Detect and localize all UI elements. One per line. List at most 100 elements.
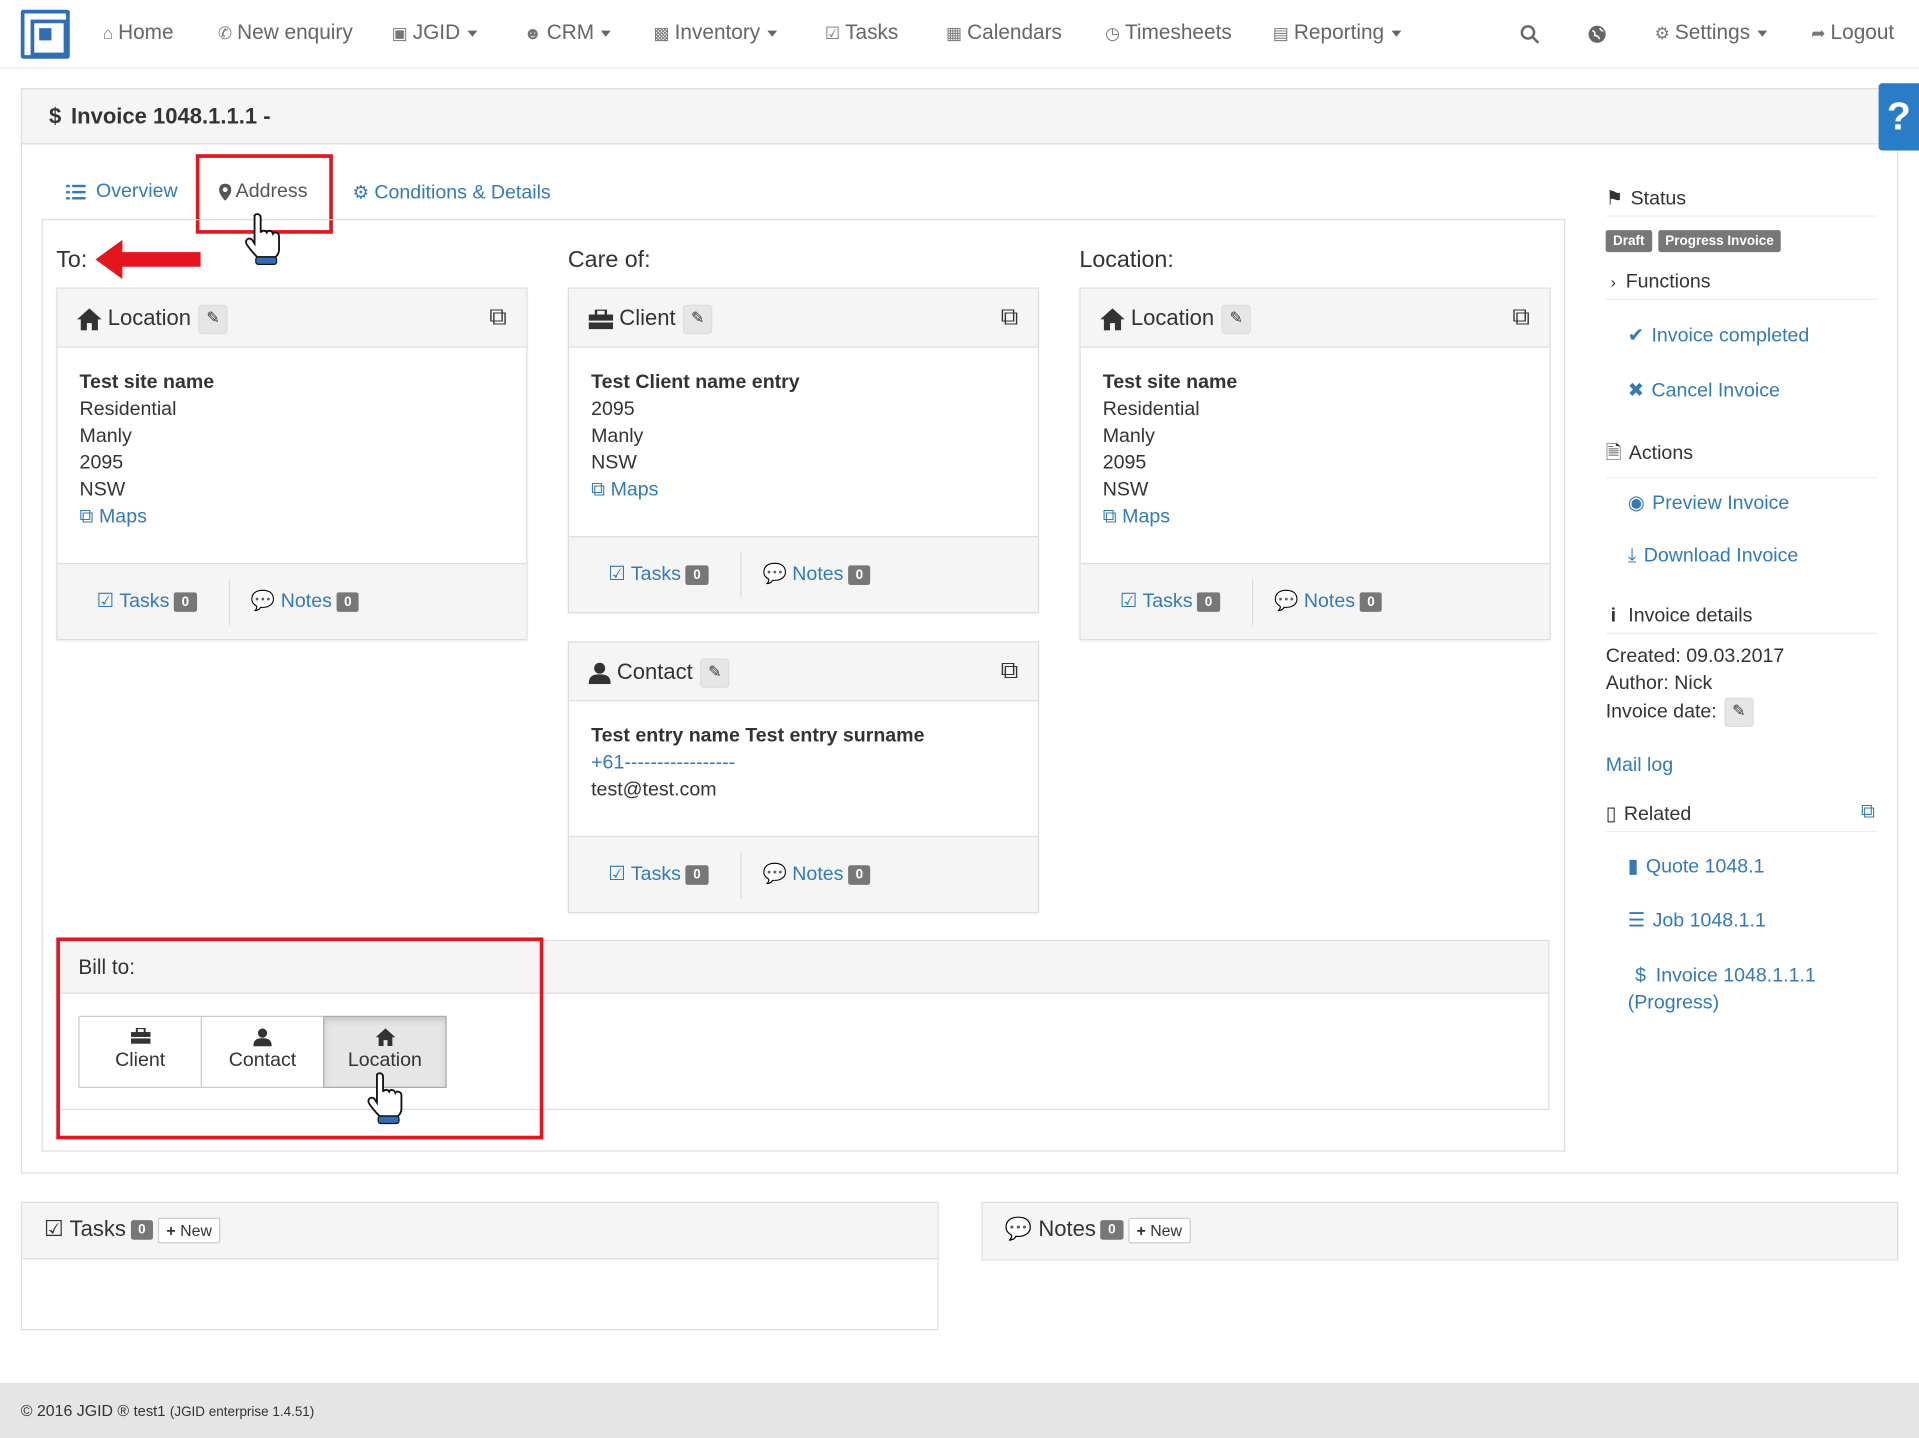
external-link-icon[interactable]: ⧉ bbox=[1861, 802, 1875, 824]
client-notes-link[interactable]: 💬 Notes 0 bbox=[762, 562, 871, 586]
check-square-icon: ☑ bbox=[96, 591, 115, 612]
location-address: Test site name Residential Manly 2095 NS… bbox=[1102, 372, 1238, 528]
check-icon: ✔ bbox=[1627, 325, 1645, 347]
cancel-invoice-link[interactable]: ✖ Cancel Invoice bbox=[1628, 378, 1780, 402]
to-notes-link[interactable]: 💬 Notes 0 bbox=[251, 589, 359, 613]
comment-icon: 💬 bbox=[1274, 591, 1299, 612]
calendar-icon: ▦ bbox=[946, 23, 963, 43]
to-tasks-link[interactable]: ☑ Tasks 0 bbox=[97, 589, 197, 613]
edit-contact-button[interactable]: ✎ bbox=[700, 658, 730, 688]
location-notes-link[interactable]: 💬 Notes 0 bbox=[1274, 589, 1383, 613]
contact-card-header: Contact ✎ ⧉ bbox=[569, 642, 1038, 702]
nav-calendars[interactable]: ▦ Calendars bbox=[946, 21, 1062, 45]
location-card-header: Location ✎ ⧉ bbox=[1080, 288, 1550, 348]
related-job-link[interactable]: ☰ Job 1048.1.1 bbox=[1628, 908, 1766, 932]
briefcase-icon bbox=[588, 309, 614, 330]
external-link-icon[interactable]: ⧉ bbox=[489, 304, 506, 332]
nav-new-enquiry[interactable]: ✆ New enquiry bbox=[218, 21, 353, 45]
to-location-address: Test site name Residential Manly 2095 NS… bbox=[79, 372, 215, 528]
to-maps-link[interactable]: ⧉ Maps bbox=[80, 507, 147, 528]
client-tasks-link[interactable]: ☑ Tasks 0 bbox=[608, 562, 709, 586]
invoice-completed-link[interactable]: ✔ Invoice completed bbox=[1628, 323, 1810, 347]
divider bbox=[1251, 578, 1254, 626]
tasks-panel-header: ☑ Tasks 0 + New bbox=[22, 1203, 938, 1260]
nav-home[interactable]: ⌂ Home bbox=[103, 21, 174, 45]
client-card-header: Client ✎ ⧉ bbox=[569, 288, 1038, 348]
page-title: $ Invoice 1048.1.1.1 - bbox=[48, 104, 271, 129]
globe-icon[interactable] bbox=[1587, 21, 1607, 45]
new-note-button[interactable]: + New bbox=[1127, 1217, 1191, 1244]
client-card-title: Client ✎ bbox=[588, 304, 713, 335]
contact-tasks-link[interactable]: ☑ Tasks 0 bbox=[608, 862, 709, 886]
external-link-icon: ⧉ bbox=[1102, 506, 1117, 528]
tab-overview[interactable]: Overview bbox=[66, 181, 178, 203]
related-quote-link[interactable]: ▮ Quote 1048.1 bbox=[1628, 854, 1765, 878]
preview-invoice-link[interactable]: ◉ Preview Invoice bbox=[1628, 491, 1790, 515]
notes-count-badge: 0 bbox=[848, 864, 871, 885]
external-link-icon[interactable]: ⧉ bbox=[1512, 304, 1529, 332]
contact-notes-link[interactable]: 💬 Notes 0 bbox=[762, 862, 871, 886]
status-badge: Progress Invoice bbox=[1657, 230, 1782, 253]
nav-inventory-menu[interactable]: ▩ Inventory bbox=[654, 21, 778, 45]
client-card-footer: ☑ Tasks 0 💬 Notes 0 bbox=[569, 536, 1038, 612]
mail-log-link[interactable]: Mail log bbox=[1606, 755, 1673, 777]
care-of-contact-card: Contact ✎ ⧉ Test entry name Test entry su… bbox=[567, 641, 1040, 913]
created-date: Created: 09.03.2017 bbox=[1605, 646, 1785, 667]
clock-icon: ◷ bbox=[1105, 23, 1121, 43]
phone-icon: ✆ bbox=[217, 23, 233, 43]
help-button[interactable]: ? bbox=[1878, 83, 1919, 151]
top-navbar: ⌂ Home ✆ New enquiry ▣ JGID ☻ CRM ▩ Inventory… bbox=[0, 0, 1919, 69]
edit-to-location-button[interactable]: ✎ bbox=[198, 304, 228, 335]
nav-crm-menu[interactable]: ☻ CRM bbox=[523, 21, 612, 45]
nav-tasks[interactable]: ☑ Tasks bbox=[825, 21, 898, 45]
file-pdf-icon: 🗎 bbox=[1605, 443, 1622, 464]
status-heading: ⚑ Status bbox=[1605, 186, 1878, 217]
check-square-icon: ☑ bbox=[608, 564, 626, 585]
edit-client-button[interactable]: ✎ bbox=[682, 304, 713, 335]
author: Author: Nick bbox=[1605, 673, 1713, 694]
functions-heading[interactable]: › Functions bbox=[1605, 272, 1878, 300]
users-icon: ☻ bbox=[523, 23, 542, 43]
contact-card-title: Contact ✎ bbox=[588, 658, 730, 688]
invoice-panel-header: $ Invoice 1048.1.1.1 - bbox=[22, 89, 1897, 145]
check-square-icon: ☑ bbox=[608, 864, 626, 885]
location-maps-link[interactable]: ⧉ Maps bbox=[1103, 507, 1170, 528]
nav-settings-menu[interactable]: ⚙ Settings bbox=[1655, 21, 1768, 45]
jgid-icon: ▣ bbox=[391, 23, 408, 43]
new-task-button[interactable]: + New bbox=[157, 1217, 221, 1244]
tasks-count-badge: 0 bbox=[685, 565, 709, 585]
user-icon bbox=[588, 662, 611, 685]
external-link-icon[interactable]: ⧉ bbox=[1001, 657, 1018, 685]
jgid-logo[interactable] bbox=[20, 9, 70, 59]
cogs-icon: ⚙ bbox=[352, 182, 369, 204]
external-link-icon[interactable]: ⧉ bbox=[1001, 304, 1018, 332]
caret-down-icon bbox=[1757, 30, 1768, 37]
tab-conditions-details[interactable]: ⚙ Conditions & Details bbox=[352, 181, 550, 204]
location-tasks-link[interactable]: ☑ Tasks 0 bbox=[1120, 589, 1220, 613]
nav-reporting-menu[interactable]: ▤ Reporting bbox=[1273, 21, 1402, 45]
divider bbox=[228, 578, 231, 626]
footer: © 2016 JGID ® test1 (JGID enterprise 1.4… bbox=[0, 1382, 1919, 1438]
tasks-count-badge: 0 bbox=[130, 1220, 153, 1241]
tasks-count-badge: 0 bbox=[1197, 592, 1220, 612]
caret-down-icon bbox=[1391, 30, 1402, 37]
external-link-icon: ⧉ bbox=[591, 479, 606, 501]
notes-panel: 💬 Notes 0 + New bbox=[981, 1201, 1899, 1261]
notes-panel-title: 💬 Notes 0 + New bbox=[1005, 1216, 1191, 1244]
download-invoice-link[interactable]: ⤓ Download Invoice bbox=[1628, 546, 1799, 568]
client-maps-link[interactable]: ⧉ Maps bbox=[591, 480, 658, 501]
edit-location-button[interactable]: ✎ bbox=[1221, 304, 1251, 335]
contact-phone-link[interactable]: +61----------------- bbox=[591, 753, 735, 774]
edit-invoice-date-button[interactable]: ✎ bbox=[1724, 697, 1754, 727]
divider bbox=[740, 851, 742, 899]
nav-timesheets[interactable]: ◷ Timesheets bbox=[1105, 21, 1232, 45]
check-square-icon: ☑ bbox=[824, 23, 841, 43]
to-location-card: Location ✎ ⧉ Test site name Residential M… bbox=[56, 287, 528, 641]
home-icon: ⌂ bbox=[102, 23, 114, 43]
nav-jgid-menu[interactable]: ▣ JGID bbox=[392, 21, 478, 45]
check-square-icon: ☑ bbox=[44, 1216, 64, 1241]
nav-logout[interactable]: ➦ Logout bbox=[1811, 21, 1894, 45]
related-invoice-link[interactable]: $ Invoice 1048.1.1.1 (Progress) bbox=[1628, 963, 1816, 1017]
search-icon[interactable] bbox=[1520, 21, 1540, 45]
tasks-panel-title: ☑ Tasks 0 + New bbox=[44, 1216, 221, 1244]
